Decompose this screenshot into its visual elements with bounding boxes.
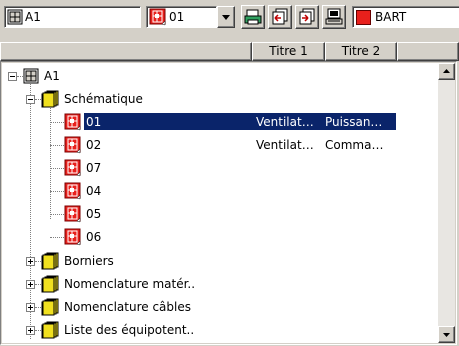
page-forward-icon <box>299 8 315 25</box>
tree-node-sheet[interactable]: 01 Ventilat… Puissan… <box>2 112 438 132</box>
column-header-titre1[interactable]: Titre 1 <box>252 42 325 61</box>
tree-node-label: Nomenclature matér.. <box>64 277 196 291</box>
red-schematic-sheet-icon <box>64 113 82 131</box>
tree-connector <box>50 145 64 147</box>
tree-node-label: Schématique <box>64 92 143 106</box>
yellow-folder-stack-icon <box>41 90 59 108</box>
tree-node-schematique[interactable]: Schématique <box>2 89 438 109</box>
tree-node-sheet[interactable]: 06 <box>2 227 438 247</box>
sheet-titre1: Ventilat… <box>256 138 314 152</box>
column-header: Titre 1 Titre 2 <box>0 42 459 61</box>
vertical-scrollbar[interactable] <box>438 63 455 343</box>
tree-connector <box>50 168 64 170</box>
grid-frame-icon <box>23 68 39 84</box>
tree-node-sheet[interactable]: 07 <box>2 158 438 178</box>
arrow-down-icon <box>443 333 450 337</box>
printer-icon <box>244 9 262 25</box>
arrow-up-icon <box>443 69 450 73</box>
project-field-value: A1 <box>25 10 41 24</box>
red-schematic-sheet-icon <box>149 8 167 26</box>
red-square-icon <box>356 10 371 25</box>
sheet-field-value: 01 <box>169 10 185 24</box>
sheet-number: 06 <box>86 230 102 244</box>
tree-node-nomenclature-materiel[interactable]: Nomenclature matér.. <box>2 274 438 294</box>
computer-button[interactable] <box>322 5 346 29</box>
sheet-number: 07 <box>86 161 102 175</box>
expand-toggle[interactable] <box>26 280 35 289</box>
yellow-folder-stack-icon <box>41 321 59 339</box>
project-field[interactable]: A1 <box>4 6 141 28</box>
chevron-down-icon <box>222 15 230 20</box>
tree-node-label: Nomenclature câbles <box>64 300 191 314</box>
red-schematic-sheet-icon <box>64 136 82 154</box>
tree-node-label: Liste des équipotent.. <box>64 323 195 337</box>
scroll-up-button[interactable] <box>438 63 455 80</box>
yellow-folder-stack-icon <box>41 275 59 293</box>
sheet-number: 01 <box>86 115 102 129</box>
tree-node-equipotentielles[interactable]: Liste des équipotent.. <box>2 320 438 340</box>
tree-node-borniers[interactable]: Borniers <box>2 251 438 271</box>
tree-connector <box>50 122 64 124</box>
tree-view[interactable]: A1 Schématique 01 Ventilat… Puissan… 02 … <box>2 63 438 343</box>
sheet-field[interactable]: 01 <box>146 6 217 28</box>
tree-node-label: A1 <box>44 69 60 83</box>
expand-toggle[interactable] <box>26 257 35 266</box>
sheet-titre2: Puissan… <box>325 115 383 129</box>
expand-toggle[interactable] <box>26 303 35 312</box>
extra-field-value: BART <box>375 10 407 24</box>
grid-frame-icon <box>7 9 23 25</box>
tree-node-nomenclature-cables[interactable]: Nomenclature câbles <box>2 297 438 317</box>
previous-page-button[interactable] <box>268 5 292 29</box>
tree-connector <box>50 191 64 193</box>
next-page-button[interactable] <box>295 5 319 29</box>
tree-node-sheet[interactable]: 02 Ventilat… Comma… <box>2 135 438 155</box>
toolbar: A1 01 BART <box>0 0 459 42</box>
tree-node-sheet[interactable]: 05 <box>2 204 438 224</box>
page-back-icon <box>272 8 288 25</box>
red-schematic-sheet-icon <box>64 228 82 246</box>
sheet-number: 05 <box>86 207 102 221</box>
sheet-number: 02 <box>86 138 102 152</box>
red-schematic-sheet-icon <box>64 159 82 177</box>
collapse-toggle[interactable] <box>26 95 35 104</box>
red-schematic-sheet-icon <box>64 205 82 223</box>
expand-toggle[interactable] <box>26 326 35 335</box>
print-button[interactable] <box>241 5 265 29</box>
sheet-titre1: Ventilat… <box>256 115 314 129</box>
yellow-folder-stack-icon <box>41 252 59 270</box>
tree-node-sheet[interactable]: 04 <box>2 181 438 201</box>
column-header-titre2[interactable]: Titre 2 <box>325 42 397 61</box>
column-header-extra[interactable] <box>397 42 459 61</box>
sheet-titre2: Comma… <box>325 138 384 152</box>
red-schematic-sheet-icon <box>64 182 82 200</box>
scroll-down-button[interactable] <box>438 326 455 343</box>
tree-node-root[interactable]: A1 <box>2 66 438 86</box>
tree-node-label: Borniers <box>64 254 114 268</box>
column-header-name[interactable] <box>0 42 252 61</box>
yellow-folder-stack-icon <box>41 298 59 316</box>
extra-field[interactable]: BART <box>352 6 459 28</box>
tree-connector <box>50 214 64 216</box>
computer-icon <box>325 8 343 25</box>
collapse-toggle[interactable] <box>8 72 17 81</box>
sheet-number: 04 <box>86 184 102 198</box>
tree-connector <box>50 237 64 239</box>
sheet-dropdown-button[interactable] <box>217 6 235 28</box>
